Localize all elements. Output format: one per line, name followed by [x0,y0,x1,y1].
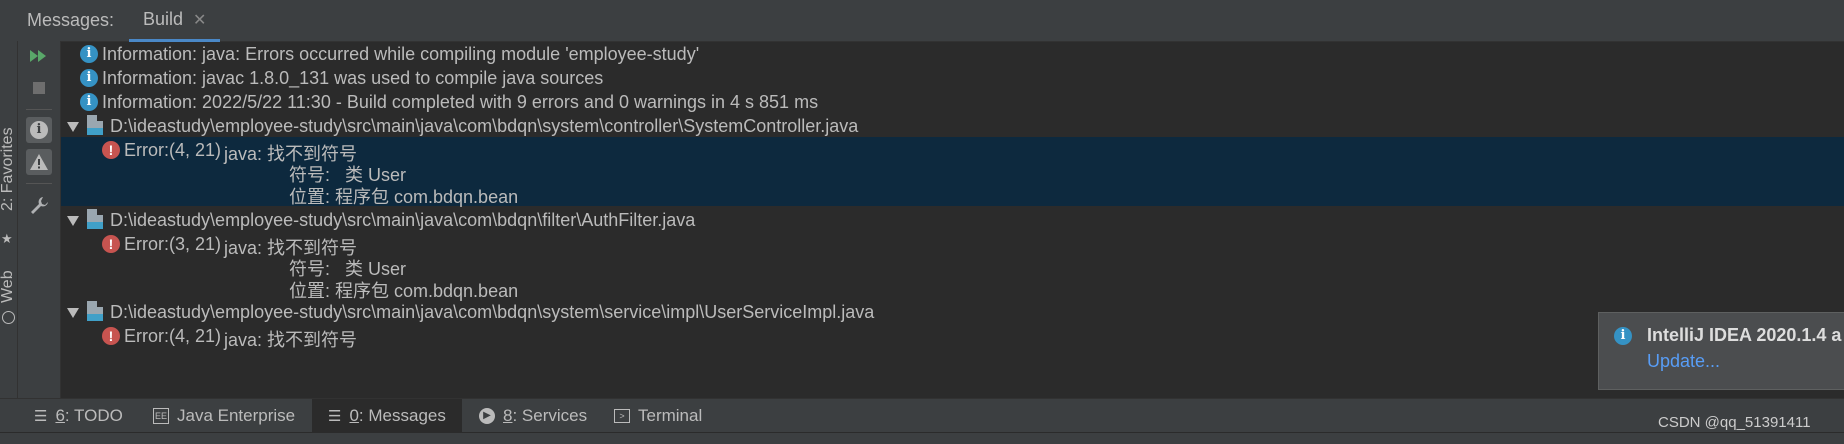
chevron-down-icon[interactable] [67,122,79,132]
show-info-toggle[interactable]: i [26,117,52,143]
file-path: D:\ideastudy\employee-study\src\main\jav… [110,210,696,230]
close-icon[interactable]: ✕ [193,10,206,30]
tab-java-enterprise-label: Java Enterprise [177,406,296,425]
toolbar-divider [26,183,52,184]
stop-button[interactable] [26,75,52,101]
message-text: Information: java: Errors occurred while… [102,44,700,64]
message-text: Information: 2022/5/22 11:30 - Build com… [102,92,819,112]
file-node[interactable]: D:\ideastudy\employee-study\src\main\jav… [61,207,1844,234]
watermark: CSDN @qq_51391411 [1658,414,1811,431]
messages-tree: i Information: java: Errors occurred whi… [61,41,1844,398]
warning-icon [30,154,48,170]
file-path: D:\ideastudy\employee-study\src\main\jav… [110,116,859,136]
side-tab-favorites-label: 2: Favorites [0,127,16,211]
messages-icon: ☰ [328,408,342,425]
info-icon: i [80,93,98,111]
messages-toolbar: i [18,41,61,398]
info-icon: i [1614,327,1632,345]
error-icon: ! [102,235,120,253]
side-tab-web-label: Web [0,270,16,303]
tab-todo-label: 6: TODO [55,406,123,425]
globe-icon [2,311,15,324]
tab-todo[interactable]: ☰ 6: TODO [18,399,139,433]
side-tab-web[interactable]: Web [0,270,17,303]
java-file-icon [87,209,103,229]
error-icon: ! [102,141,120,159]
rerun-icon [30,50,46,62]
message-row[interactable]: i Information: 2022/5/22 11:30 - Build c… [61,89,1844,116]
java-file-icon [87,115,103,135]
java-file-icon [87,301,103,321]
tab-build[interactable]: Build ✕ [129,0,221,42]
info-icon: i [30,121,48,139]
messages-header: Messages: Build ✕ [0,0,1844,42]
rerun-button[interactable] [26,43,52,69]
error-block[interactable]: ! Error:(4, 21) java: 找不到符号 [61,323,1844,350]
update-link[interactable]: Update... [1647,351,1720,372]
message-row[interactable]: i Information: javac 1.8.0_131 was used … [61,65,1844,92]
settings-button[interactable] [26,192,52,218]
file-node[interactable]: D:\ideastudy\employee-study\src\main\jav… [61,299,1844,326]
side-tool-strip: 2: Favorites ★ Web [0,41,18,398]
chevron-down-icon[interactable] [67,216,79,226]
update-notification[interactable]: i IntelliJ IDEA 2020.1.4 a Update... [1598,312,1844,390]
star-icon: ★ [1,231,13,246]
file-node[interactable]: D:\ideastudy\employee-study\src\main\jav… [61,113,1844,140]
error-location: Error:(4, 21) [124,326,222,346]
terminal-icon: > [614,409,630,423]
tab-build-label: Build [143,9,184,29]
list-icon: ☰ [34,408,48,425]
show-warnings-toggle[interactable] [26,149,52,175]
error-block[interactable]: ! Error:(3, 21) java: 找不到符号 符号: 类 User 位… [61,231,1844,301]
info-icon: i [80,45,98,63]
stop-icon [33,82,45,94]
tab-services-label: 8: Services [503,406,588,425]
side-tab-favorites[interactable]: 2: Favorites [0,127,17,211]
chevron-down-icon[interactable] [67,308,79,318]
info-icon: i [80,69,98,87]
messages-title: Messages: [27,10,115,30]
services-icon: ▶ [479,408,495,424]
toolbar-divider [26,109,52,110]
tab-services[interactable]: ▶ 8: Services [463,399,603,433]
error-location: Error:(4, 21) [124,140,222,160]
wrench-icon [31,197,48,214]
tool-window-bar: ☰ 6: TODO EE Java Enterprise ☰ 0: Messag… [0,398,1844,433]
java-enterprise-icon: EE [153,408,169,424]
error-detail: 位置: 程序包 com.bdqn.bean [289,187,519,207]
error-text: java: 找不到符号 [224,330,358,350]
tab-java-enterprise[interactable]: EE Java Enterprise [137,399,311,433]
notification-title: IntelliJ IDEA 2020.1.4 a [1647,325,1842,345]
tab-messages-label: 0: Messages [349,406,446,425]
message-text: Information: javac 1.8.0_131 was used to… [102,68,604,88]
error-location: Error:(3, 21) [124,234,222,254]
error-icon: ! [102,327,120,345]
tab-messages[interactable]: ☰ 0: Messages [312,399,462,433]
tab-terminal[interactable]: > Terminal [598,399,718,433]
selected-error-block[interactable]: ! Error:(4, 21) java: 找不到符号 符号: 类 User 位… [61,137,1844,207]
status-bar [0,432,1844,444]
file-path: D:\ideastudy\employee-study\src\main\jav… [110,302,875,322]
tab-terminal-label: Terminal [638,406,703,425]
message-row[interactable]: i Information: java: Errors occurred whi… [61,41,1844,68]
